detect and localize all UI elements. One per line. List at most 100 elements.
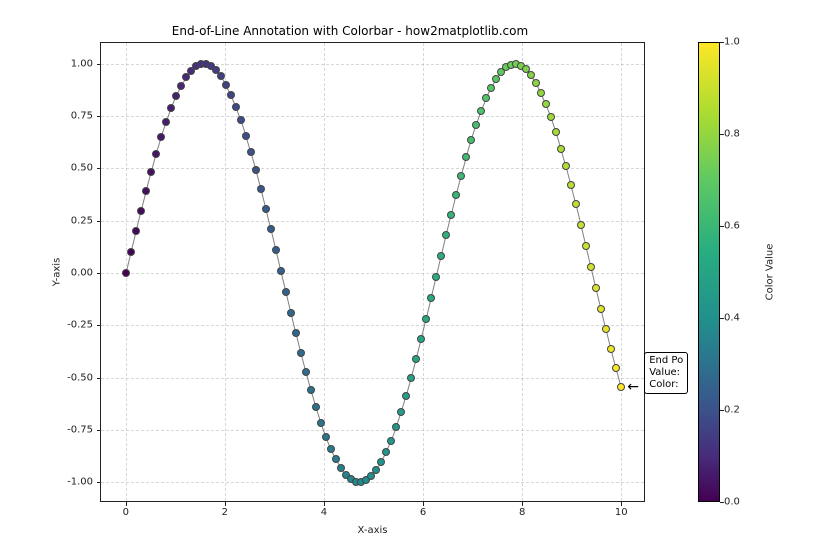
colorbar-tick-label: 0.8 [724,129,740,140]
data-point [587,263,595,271]
y-tick-label: 1.00 [71,58,93,69]
tick-mark [522,502,523,506]
data-point [582,242,590,250]
data-point [612,364,620,372]
grid-line-h [101,482,644,483]
data-point [407,374,415,382]
data-point [527,71,535,79]
data-point [402,392,410,400]
colorbar [698,42,720,502]
data-point [382,448,390,456]
x-tick-label: 8 [519,507,525,518]
grid-line-v [423,43,424,501]
y-tick-label: -0.50 [67,372,93,383]
data-point [307,386,315,394]
data-point [592,284,600,292]
tick-mark [97,168,101,169]
x-tick-label: 4 [321,507,327,518]
data-point [272,246,280,254]
data-point [427,294,435,302]
colorbar-label: Color Value [765,244,776,301]
data-point [477,107,485,115]
data-point [317,419,325,427]
data-point [462,153,470,161]
plot-area[interactable]: X-axis Y-axis 0246810-1.00-0.75-0.50-0.2… [100,42,645,502]
grid-line-h [101,64,644,65]
data-point [157,133,165,141]
grid-line-v [225,43,226,501]
tick-mark [126,502,127,506]
data-point [597,305,605,313]
tick-mark [97,325,101,326]
colorbar-tick-label: 0.4 [724,313,740,324]
y-tick-label: -1.00 [67,477,93,488]
data-point [237,116,245,124]
x-tick-label: 6 [420,507,426,518]
data-point [267,225,275,233]
data-point [372,466,380,474]
data-point [377,458,385,466]
annotation-box: End PoValue:Color: [644,352,688,394]
data-point [152,150,160,158]
data-point [287,309,295,317]
data-point [547,113,555,121]
data-point [122,269,130,277]
data-point [232,103,240,111]
data-point [557,145,565,153]
grid-line-v [621,43,622,501]
data-point [457,172,465,180]
data-point [442,231,450,239]
data-point [242,132,250,140]
data-point [467,136,475,144]
grid-line-h [101,273,644,274]
y-tick-label: 0.75 [71,111,93,122]
data-point [487,84,495,92]
data-point [252,166,260,174]
data-point [577,221,585,229]
annotation-arrow-icon: ← [627,379,639,395]
data-point [332,455,340,463]
colorbar-tick-label: 0.2 [724,405,740,416]
y-axis-label: Y-axis [52,258,63,287]
grid-line-h [101,430,644,431]
data-point [302,368,310,376]
tick-mark [97,482,101,483]
data-point [432,273,440,281]
data-point [227,91,235,99]
tick-mark [324,502,325,506]
data-point [282,288,290,296]
data-point [147,168,155,176]
data-point [532,79,540,87]
data-point [132,227,140,235]
data-point [257,185,265,193]
y-tick-label: 0.00 [71,268,93,279]
grid-line-h [101,378,644,379]
data-point [452,191,460,199]
data-point [322,433,330,441]
data-point [572,200,580,208]
grid-line-h [101,221,644,222]
data-point [482,94,490,102]
data-point [297,349,305,357]
data-point [142,187,150,195]
data-point [437,252,445,260]
data-point [217,72,225,80]
data-point [247,148,255,156]
y-tick-label: -0.25 [67,320,93,331]
y-tick-label: 0.25 [71,215,93,226]
y-tick-label: 0.50 [71,163,93,174]
data-point [292,329,300,337]
x-tick-label: 10 [615,507,628,518]
data-point [617,383,625,391]
colorbar-tick-label: 0.0 [724,497,740,508]
x-tick-label: 0 [123,507,129,518]
tick-mark [97,273,101,274]
data-point [312,403,320,411]
data-point [127,248,135,256]
data-point [562,162,570,170]
figure: End-of-Line Annotation with Colorbar - h… [0,0,840,560]
x-axis-label: X-axis [358,525,388,536]
data-point [412,355,420,363]
data-point [552,128,560,136]
grid-line-h [101,325,644,326]
